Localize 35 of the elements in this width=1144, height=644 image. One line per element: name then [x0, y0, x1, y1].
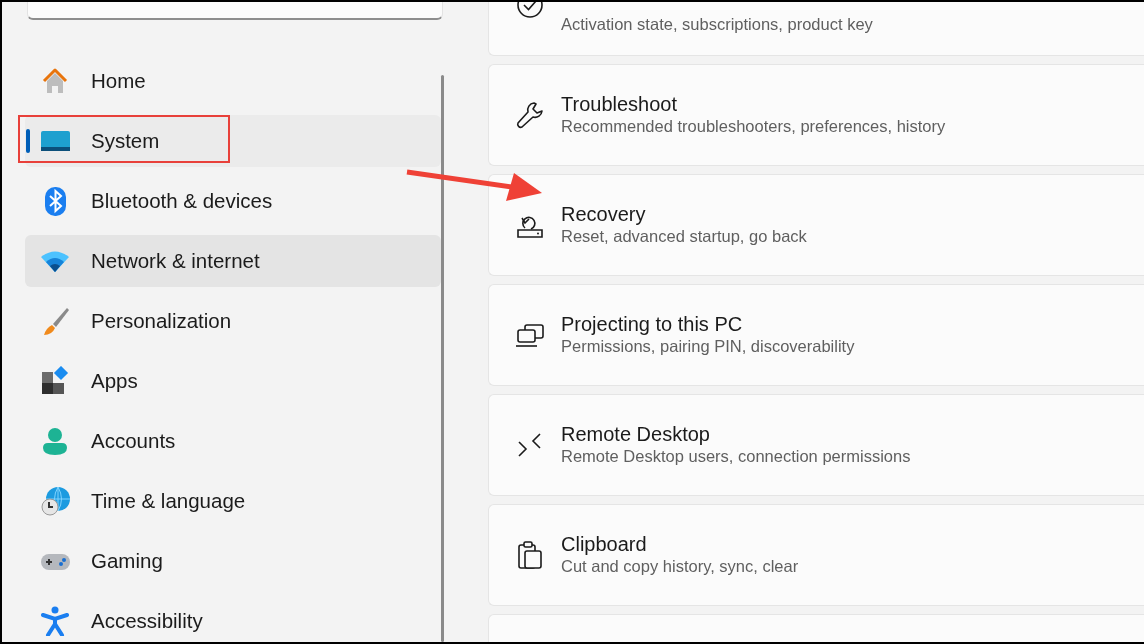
settings-card[interactable]: Projecting to this PC Permissions, pairing PIN, discoverability — [488, 284, 1144, 386]
settings-card[interactable]: Recovery Reset, advanced startup, go back — [488, 174, 1144, 276]
settings-card[interactable]: Remote Desktop Remote Desktop users, connection permissions — [488, 394, 1144, 496]
sidebar-item[interactable]: Personalization — [25, 295, 441, 347]
card-description: Activation state, subscriptions, product key — [561, 14, 873, 36]
home-icon — [40, 66, 70, 96]
accessibility-icon — [40, 606, 70, 636]
card-title: Remote Desktop — [561, 422, 711, 447]
wrench-icon — [515, 100, 545, 130]
sidebar-item[interactable]: Network & internet — [25, 235, 441, 287]
card-description: Reset, advanced startup, go back — [561, 226, 807, 248]
sidebar-item[interactable]: Home — [25, 55, 441, 107]
sidebar-item[interactable]: Accounts — [25, 415, 441, 467]
scrollbar[interactable] — [441, 75, 444, 642]
settings-card[interactable]: Activation state, subscriptions, product key — [488, 2, 1144, 56]
sidebar-item[interactable]: Accessibility — [25, 595, 441, 642]
sidebar-item[interactable]: Gaming — [25, 535, 441, 587]
card-description: Recommended troubleshooters, preferences, history — [561, 116, 946, 138]
settings-card[interactable]: Clipboard Cut and copy history, sync, clear — [488, 504, 1144, 606]
card-description: Permissions, pairing PIN, discoverability — [561, 336, 855, 358]
globe-clock-icon — [40, 486, 70, 516]
person-icon — [40, 426, 70, 456]
sidebar-item[interactable]: Time & language — [25, 475, 441, 527]
card-title: Projecting to this PC — [561, 312, 744, 337]
sidebar-item[interactable]: Apps — [25, 355, 441, 407]
clipboard-icon — [515, 540, 545, 570]
selection-indicator — [26, 129, 30, 153]
card-title: Clipboard — [561, 532, 648, 557]
sidebar-item[interactable]: Bluetooth & devices — [25, 175, 441, 227]
card-description: Remote Desktop users, connection permissions — [561, 446, 911, 468]
apps-icon — [40, 366, 70, 396]
settings-card[interactable]: Troubleshoot Recommended troubleshooters, preferences, history — [488, 64, 1144, 166]
card-title: Recovery — [561, 202, 647, 227]
card-description: Cut and copy history, sync, clear — [561, 556, 799, 578]
card-title: Troubleshoot — [561, 92, 678, 117]
